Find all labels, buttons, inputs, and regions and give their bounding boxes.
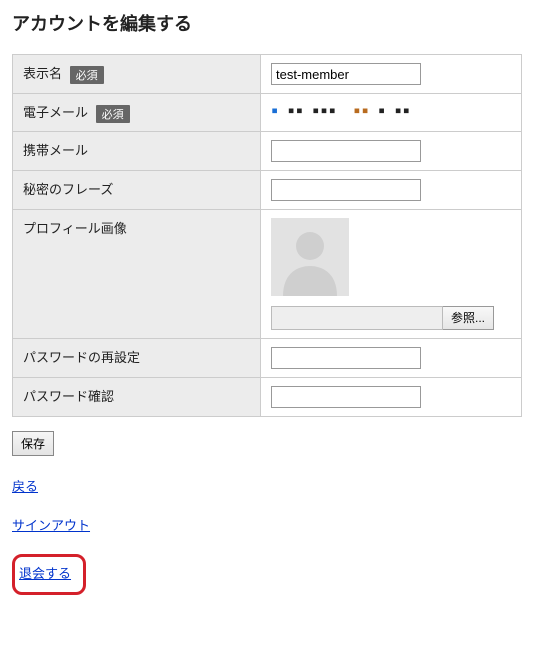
cell-password-reset bbox=[261, 338, 522, 377]
label-text-display-name: 表示名 bbox=[23, 66, 62, 81]
withdraw-link-block: 退会する bbox=[12, 554, 523, 595]
browse-button[interactable]: 参照... bbox=[443, 306, 494, 330]
password-confirm-input[interactable] bbox=[271, 386, 421, 408]
label-password-confirm: パスワード確認 bbox=[13, 377, 261, 416]
save-button[interactable]: 保存 bbox=[12, 431, 54, 456]
page-title: アカウントを編集する bbox=[12, 10, 523, 36]
signout-link[interactable]: サインアウト bbox=[12, 518, 90, 533]
required-badge: 必須 bbox=[96, 105, 130, 123]
cell-display-name bbox=[261, 55, 522, 94]
secret-phrase-input[interactable] bbox=[271, 179, 421, 201]
label-password-reset: パスワードの再設定 bbox=[13, 338, 261, 377]
cell-profile-image: 参照... bbox=[261, 209, 522, 338]
signout-link-block: サインアウト bbox=[12, 515, 523, 534]
back-link-block: 戻る bbox=[12, 476, 523, 495]
label-secret-phrase: 秘密のフレーズ bbox=[13, 170, 261, 209]
account-form-table: 表示名 必須 電子メール 必須 ▪ ▪▪ ▪▪▪ ▪▪ ▪ ▪▪ 携帯メール 秘… bbox=[12, 54, 522, 417]
label-email: 電子メール 必須 bbox=[13, 94, 261, 132]
back-link[interactable]: 戻る bbox=[12, 479, 38, 494]
email-value-masked: ▪ ▪▪ ▪▪▪ ▪▪ ▪ ▪▪ bbox=[271, 103, 411, 117]
mobile-email-input[interactable] bbox=[271, 140, 421, 162]
display-name-input[interactable] bbox=[271, 63, 421, 85]
withdraw-highlight: 退会する bbox=[12, 554, 86, 595]
avatar-placeholder bbox=[271, 218, 349, 296]
file-path-display[interactable] bbox=[271, 306, 443, 330]
label-mobile-email: 携帯メール bbox=[13, 131, 261, 170]
cell-secret-phrase bbox=[261, 170, 522, 209]
avatar-icon bbox=[271, 218, 349, 296]
withdraw-link[interactable]: 退会する bbox=[19, 566, 71, 581]
label-display-name: 表示名 必須 bbox=[13, 55, 261, 94]
cell-password-confirm bbox=[261, 377, 522, 416]
label-profile-image: プロフィール画像 bbox=[13, 209, 261, 338]
password-reset-input[interactable] bbox=[271, 347, 421, 369]
cell-email: ▪ ▪▪ ▪▪▪ ▪▪ ▪ ▪▪ bbox=[261, 94, 522, 132]
file-picker-row: 参照... bbox=[271, 306, 511, 330]
cell-mobile-email bbox=[261, 131, 522, 170]
required-badge: 必須 bbox=[70, 66, 104, 84]
label-text-email: 電子メール bbox=[23, 105, 88, 120]
